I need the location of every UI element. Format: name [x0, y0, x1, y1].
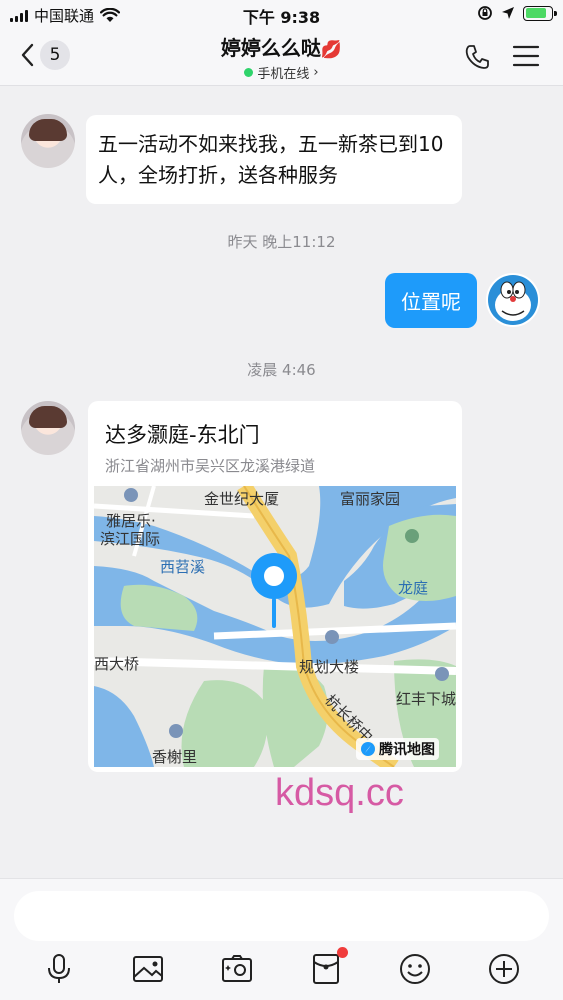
- map-label: 规划大楼: [299, 658, 359, 676]
- my-avatar[interactable]: [486, 273, 540, 327]
- map-label: 金世纪大厦: [204, 490, 279, 508]
- message-timestamp: 昨天 晚上11:12: [227, 233, 336, 251]
- location-map[interactable]: 金世纪大厦 富丽家园 雅居乐· 滨江国际 西苕溪 龙庭 西大桥 规划大楼 红丰下…: [93, 481, 457, 772]
- location-name: 达多灏庭-东北门: [105, 423, 260, 447]
- map-label: 龙庭: [398, 579, 428, 597]
- rotation-lock-icon: [478, 6, 492, 20]
- phone-call-button[interactable]: [462, 42, 492, 76]
- input-toolbar: [0, 947, 563, 991]
- message-bubble-outgoing[interactable]: 位置呢: [385, 273, 477, 328]
- contact-avatar[interactable]: [21, 401, 75, 455]
- map-label: 西大桥: [94, 655, 139, 673]
- location-address: 浙江省湖州市吴兴区龙溪港绿道: [105, 457, 316, 475]
- map-label: 富丽家园: [340, 490, 400, 508]
- menu-icon: [512, 45, 540, 67]
- compass-icon: [361, 742, 375, 756]
- location-card[interactable]: 达多灏庭-东北门 浙江省湖州市吴兴区龙溪港绿道 金世纪大厦 富丽家园 雅居乐· …: [88, 401, 462, 772]
- camera-icon: [222, 955, 252, 982]
- voice-button[interactable]: [41, 951, 77, 987]
- battery-fill: [525, 8, 546, 18]
- online-status-label: 手机在线: [257, 67, 310, 82]
- map-label: 红丰下城: [396, 690, 456, 708]
- map-label: 香榭里: [152, 748, 197, 766]
- photo-button[interactable]: [130, 951, 166, 987]
- lips-icon: 💋: [320, 40, 343, 60]
- contact-name: 婷婷么么哒: [220, 36, 321, 60]
- chat-header: 5 婷婷么么哒💋 手机在线 ›: [0, 28, 563, 86]
- location-arrow-icon: [502, 7, 514, 19]
- map-image: 金世纪大厦 富丽家园 雅居乐· 滨江国际 西苕溪 龙庭 西大桥 规划大楼 红丰下…: [93, 481, 457, 772]
- map-label: 雅居乐·: [106, 512, 156, 530]
- image-icon: [133, 956, 163, 982]
- chevron-right-icon: ›: [313, 65, 319, 80]
- message-input[interactable]: [14, 891, 549, 941]
- more-button[interactable]: [486, 951, 522, 987]
- microphone-icon: [48, 954, 70, 983]
- status-bar: 中国联通 下午 9:38: [0, 0, 563, 28]
- emoji-button[interactable]: [397, 951, 433, 987]
- contact-avatar[interactable]: [21, 114, 75, 168]
- red-packet-button[interactable]: [308, 947, 348, 987]
- notification-dot: [337, 947, 348, 958]
- map-brand-label: 腾讯地图: [379, 742, 435, 758]
- message-timestamp: 凌晨 4:46: [247, 361, 316, 379]
- emoji-icon: [400, 954, 430, 984]
- battery-icon: [523, 5, 557, 21]
- menu-button[interactable]: [512, 44, 540, 72]
- map-label: 西苕溪: [160, 558, 205, 576]
- map-brand: 腾讯地图: [356, 738, 439, 760]
- message-bubble-incoming[interactable]: 五一活动不如来找我，五一新茶已到10人，全场打折，送各种服务: [86, 115, 462, 204]
- watermark: kdsq.cc: [275, 772, 404, 814]
- status-right: [477, 5, 557, 21]
- phone-icon: [465, 45, 489, 69]
- input-area: [0, 878, 563, 1000]
- camera-button[interactable]: [219, 951, 255, 987]
- map-label: 滨江国际: [100, 530, 160, 548]
- online-dot-icon: [244, 68, 254, 77]
- plus-icon: [489, 954, 519, 984]
- doraemon-avatar-icon: [488, 275, 538, 325]
